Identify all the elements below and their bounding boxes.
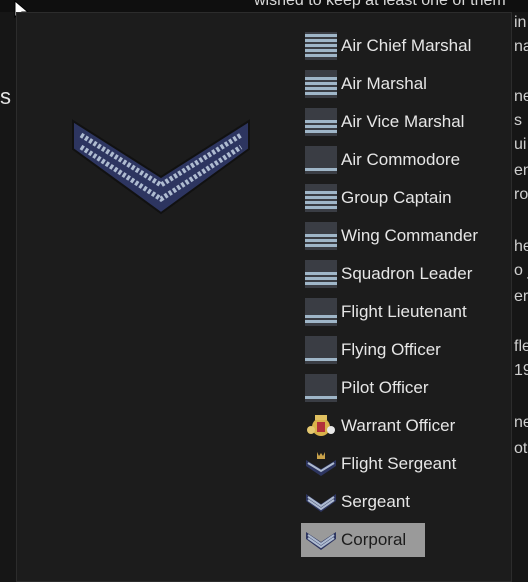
rank-label: Flying Officer — [341, 340, 441, 359]
rank-option-pilot-officer[interactable]: Pilot Officer — [301, 371, 429, 405]
background-text-fragment: ne — [514, 414, 528, 431]
background-text-fragment: o j — [514, 262, 528, 279]
rank-option-air-marshal[interactable]: Air Marshal — [301, 67, 427, 101]
sleeve-stripes-icon — [305, 222, 337, 250]
background-text-fragment: fle — [514, 338, 528, 355]
rank-icon — [305, 488, 337, 516]
rank-label: Flight Sergeant — [341, 454, 457, 473]
rank-icon — [305, 298, 337, 326]
royal-arms-icon — [307, 415, 335, 436]
rank-option-flying-officer[interactable]: Flying Officer — [301, 333, 441, 367]
rank-label: Air Commodore — [341, 150, 461, 169]
background-text-fragment: na — [514, 38, 528, 55]
rank-preview-chevron-icon — [72, 119, 250, 215]
rank-label: Corporal — [341, 530, 407, 549]
background-text-fragment: er — [514, 288, 528, 305]
rank-icon — [305, 108, 337, 136]
background-text-fragment: he — [514, 238, 528, 255]
rank-option-group-captain[interactable]: Group Captain — [301, 181, 452, 215]
rank-icon — [305, 32, 337, 60]
rank-option-flight-sergeant[interactable]: Flight Sergeant — [301, 447, 456, 481]
sleeve-stripes-icon — [305, 260, 337, 288]
rank-option-squadron-leader[interactable]: Squadron Leader — [301, 257, 472, 291]
rank-icon — [305, 146, 337, 174]
sleeve-stripes-icon — [305, 298, 337, 326]
rank-icon — [305, 412, 337, 440]
background-text-fragment: s — [514, 112, 522, 129]
rank-selector-popup: Air Chief Marshal Air Marshal Air Vice Mar… — [16, 12, 512, 582]
rank-icon — [305, 450, 337, 478]
rank-icon — [305, 222, 337, 250]
chevron-icon — [306, 532, 336, 550]
rank-icon — [305, 374, 337, 402]
background-text-fragment: in — [514, 14, 527, 31]
background-text-fragment: 19 — [514, 362, 528, 379]
rank-icon — [305, 184, 337, 212]
sleeve-stripes-icon — [305, 32, 337, 60]
rank-label: Air Vice Marshal — [341, 112, 465, 131]
rank-label: Pilot Officer — [341, 378, 429, 397]
rank-label: Group Captain — [341, 188, 452, 207]
rank-icon — [305, 336, 337, 364]
rank-icon — [305, 70, 337, 98]
rank-label: Wing Commander — [341, 226, 478, 245]
sleeve-stripes-icon — [305, 374, 337, 402]
rank-option-wing-commander[interactable]: Wing Commander — [301, 219, 478, 253]
rank-option-sergeant[interactable]: Sergeant — [301, 485, 425, 519]
rank-option-air-chief-marshal[interactable]: Air Chief Marshal — [301, 29, 471, 63]
rank-label: Warrant Officer — [341, 416, 456, 435]
rank-option-warrant-officer[interactable]: Warrant Officer — [301, 409, 455, 443]
background-text-fragment: ne — [514, 88, 528, 105]
rank-label: Air Marshal — [341, 74, 427, 93]
rank-option-air-commodore[interactable]: Air Commodore — [301, 143, 460, 177]
crown-chevron-icon — [306, 452, 336, 476]
rank-option-flight-lieutenant[interactable]: Flight Lieutenant — [301, 295, 467, 329]
sleeve-stripes-icon — [305, 146, 337, 174]
rank-label: Sergeant — [341, 492, 410, 511]
background-text-fragment: en — [514, 162, 528, 179]
rank-option-air-vice-marshal[interactable]: Air Vice Marshal — [301, 105, 464, 139]
sleeve-stripes-icon — [305, 336, 337, 364]
sleeve-stripes-icon — [305, 184, 337, 212]
sleeve-stripes-icon — [305, 108, 337, 136]
chevron-icon — [306, 494, 336, 512]
rank-label: Squadron Leader — [341, 264, 473, 283]
rank-option-corporal[interactable]: Corporal — [301, 523, 425, 557]
background-text-fragment: ui — [514, 136, 527, 153]
background-text-fragment: ro — [514, 186, 528, 203]
rank-label: Air Chief Marshal — [341, 36, 472, 55]
background-page-text: wished to keep at least one of them — [254, 0, 506, 9]
rank-icon — [305, 260, 337, 288]
rank-label: Flight Lieutenant — [341, 302, 467, 321]
sleeve-stripes-icon — [305, 70, 337, 98]
background-text-fragment: ot — [514, 440, 528, 457]
rank-icon — [305, 526, 337, 554]
